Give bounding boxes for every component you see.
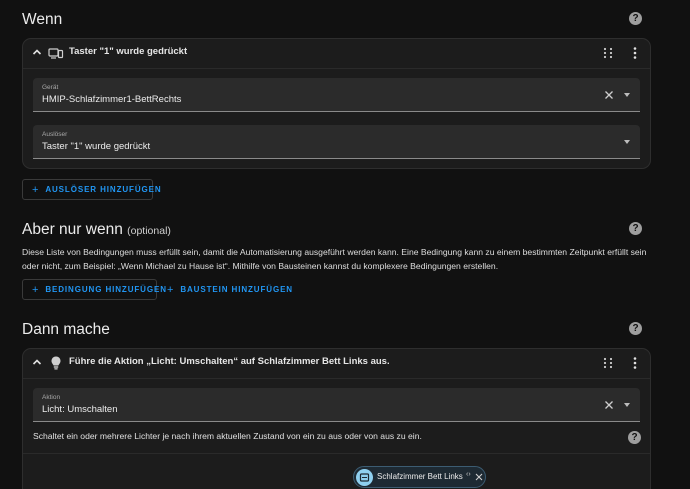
plus-icon: +: [32, 183, 40, 196]
plus-icon: +: [32, 283, 40, 296]
actions-help-icon[interactable]: ?: [629, 322, 642, 335]
action-field-label: Aktion: [42, 394, 61, 401]
action-field-value: Licht: Umschalten: [42, 404, 118, 415]
trigger-card: Taster "1" wurde gedrückt Gerät HMIP-Sch…: [22, 38, 651, 169]
add-trigger-label: AUSLÖSER HINZUFÜGEN: [45, 185, 162, 194]
more-vertical-icon[interactable]: [633, 357, 637, 369]
lightbulb-icon: [51, 356, 61, 370]
dropdown-arrow-icon[interactable]: [624, 93, 630, 97]
add-trigger-button[interactable]: + AUSLÖSER HINZUFÜGEN: [22, 179, 161, 200]
add-condition-button[interactable]: + BEDINGUNG HINZUFÜGEN: [22, 279, 166, 300]
code-icon[interactable]: ‹›: [466, 471, 471, 478]
triggers-title: Wenn: [22, 11, 63, 28]
conditions-description: Diese Liste von Bedingungen muss erfüllt…: [22, 247, 647, 271]
device-field[interactable]: Gerät HMIP-Schlafzimmer1-BettRechts: [33, 78, 640, 112]
chevron-up-icon[interactable]: [32, 357, 42, 367]
actions-title: Dann mache: [22, 321, 110, 338]
divider: [23, 68, 650, 69]
device-field-value: HMIP-Schlafzimmer1-BettRechts: [42, 94, 182, 105]
dropdown-arrow-icon[interactable]: [624, 403, 630, 407]
action-help-icon[interactable]: ?: [628, 431, 641, 444]
action-card-title: Führe die Aktion „Licht: Umschalten“ auf…: [69, 356, 390, 367]
device-field-label: Gerät: [42, 84, 59, 91]
triggers-help-icon[interactable]: ?: [629, 12, 642, 25]
close-icon[interactable]: [475, 473, 483, 481]
plus-icon: +: [167, 283, 175, 296]
clear-icon[interactable]: [604, 90, 614, 100]
dropdown-arrow-icon[interactable]: [624, 140, 630, 144]
entity-icon: [356, 469, 373, 486]
action-card-header[interactable]: Führe die Aktion „Licht: Umschalten“ auf…: [23, 349, 650, 378]
chevron-up-icon[interactable]: [32, 47, 42, 57]
conditions-help-icon[interactable]: ?: [629, 222, 642, 235]
add-block-label: BAUSTEIN HINZUFÜGEN: [180, 285, 293, 294]
drag-handle-icon[interactable]: [603, 47, 613, 59]
divider: [23, 378, 650, 379]
trigger-card-header[interactable]: Taster "1" wurde gedrückt: [23, 39, 650, 68]
target-entity-label: Schlafzimmer Bett Links: [377, 472, 463, 481]
optional-label: (optional): [127, 225, 171, 237]
action-card: Führe die Aktion „Licht: Umschalten“ auf…: [22, 348, 651, 489]
target-entity-chip[interactable]: Schlafzimmer Bett Links ‹›: [353, 466, 486, 488]
trigger-card-title: Taster "1" wurde gedrückt: [69, 46, 188, 57]
device-icon: [48, 48, 64, 59]
add-block-button[interactable]: + BAUSTEIN HINZUFÜGEN: [158, 279, 302, 300]
divider: [23, 453, 650, 454]
action-field[interactable]: Aktion Licht: Umschalten: [33, 388, 640, 422]
more-vertical-icon[interactable]: [633, 47, 637, 59]
drag-handle-icon[interactable]: [603, 357, 613, 369]
trigger-type-label: Auslöser: [42, 131, 68, 138]
clear-icon[interactable]: [604, 400, 614, 410]
add-condition-label: BEDINGUNG HINZUFÜGEN: [45, 285, 167, 294]
trigger-type-field[interactable]: Auslöser Taster "1" wurde gedrückt: [33, 125, 640, 159]
trigger-type-value: Taster "1" wurde gedrückt: [42, 141, 151, 152]
conditions-title: Aber nur wenn (optional): [22, 221, 171, 238]
action-description: Schaltet ein oder mehrere Lichter je nac…: [33, 431, 422, 441]
